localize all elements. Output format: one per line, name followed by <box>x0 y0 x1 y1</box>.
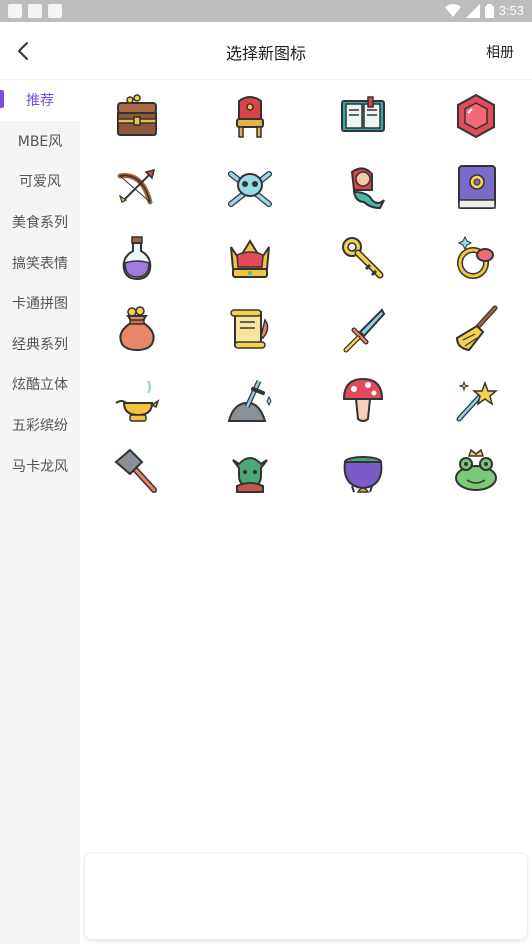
treasure-chest-icon <box>116 93 157 136</box>
icon-option[interactable] <box>193 80 306 151</box>
icon-option[interactable] <box>306 222 419 293</box>
goblin-icon <box>231 456 268 493</box>
sidebar-item-cartoon[interactable]: 卡通拼图 <box>0 283 80 324</box>
icon-option[interactable] <box>193 151 306 222</box>
icon-option[interactable] <box>419 364 532 435</box>
battery-icon <box>484 3 494 18</box>
icon-option[interactable] <box>306 293 419 364</box>
icon-option[interactable] <box>80 80 193 151</box>
icon-option[interactable] <box>80 293 193 364</box>
icon-option[interactable] <box>306 364 419 435</box>
magic-book-icon <box>457 164 496 209</box>
sidebar-item-3d[interactable]: 炫酷立体 <box>0 364 80 405</box>
icon-option[interactable] <box>80 435 193 506</box>
page-title: 选择新图标 <box>225 44 306 63</box>
icon-option[interactable] <box>80 364 193 435</box>
magic-wand-icon <box>456 379 498 421</box>
sidebar-item-funny[interactable]: 搞笑表情 <box>0 242 80 283</box>
magic-lamp-icon <box>114 379 159 422</box>
icon-option[interactable] <box>193 435 306 506</box>
gold-bag-icon <box>118 305 155 351</box>
mushroom-icon <box>342 377 383 422</box>
icon-option[interactable] <box>419 80 532 151</box>
sidebar-item-colorful[interactable]: 五彩缤纷 <box>0 405 80 446</box>
notification-icon <box>48 4 62 18</box>
sword-icon <box>343 307 385 352</box>
icon-option[interactable] <box>419 293 532 364</box>
skull-crossbones-icon <box>227 170 272 207</box>
sidebar-item-macaron[interactable]: 马卡龙风 <box>0 445 80 486</box>
icon-option[interactable] <box>419 151 532 222</box>
frog-prince-icon <box>454 448 497 491</box>
icon-option[interactable] <box>306 435 419 506</box>
sword-in-stone-icon <box>227 379 272 422</box>
icon-option[interactable] <box>80 151 193 222</box>
sidebar-item-cute[interactable]: 可爱风 <box>0 161 80 202</box>
sidebar-item-classic[interactable]: 经典系列 <box>0 324 80 365</box>
category-sidebar: 推荐 MBE风 可爱风 美食系列 搞笑表情 卡通拼图 经典系列 炫酷立体 五彩缤… <box>0 80 80 944</box>
gem-icon <box>456 93 495 138</box>
icon-option[interactable] <box>419 222 532 293</box>
notification-icon <box>28 4 42 18</box>
mermaid-icon <box>350 167 385 209</box>
bow-arrow-icon <box>117 168 155 204</box>
icon-option[interactable] <box>193 222 306 293</box>
throne-icon <box>235 95 264 138</box>
icon-option[interactable] <box>306 80 419 151</box>
war-hammer-icon <box>113 448 157 493</box>
signal-icon <box>465 3 480 18</box>
sidebar-item-recommend[interactable]: 推荐 <box>0 80 80 121</box>
icon-option[interactable] <box>419 435 532 506</box>
title-bar: 选择新图标 相册 <box>0 22 532 80</box>
icon-option[interactable] <box>193 364 306 435</box>
ring-icon <box>456 235 494 279</box>
spell-book-icon <box>340 95 385 132</box>
key-icon <box>341 236 383 278</box>
sidebar-item-food[interactable]: 美食系列 <box>0 202 80 243</box>
icon-option[interactable] <box>193 293 306 364</box>
wifi-icon <box>444 3 461 17</box>
bottom-panel <box>84 852 528 940</box>
status-time: 3:53 <box>498 3 524 18</box>
cauldron-icon <box>343 455 382 493</box>
notification-icon <box>8 4 22 18</box>
broom-icon <box>455 305 497 351</box>
icon-grid <box>80 80 532 506</box>
icon-option[interactable] <box>306 151 419 222</box>
crown-icon <box>229 238 270 278</box>
potion-icon <box>122 235 151 280</box>
status-bar: 3:53 <box>0 0 532 22</box>
sidebar-item-mbe[interactable]: MBE风 <box>0 121 80 162</box>
scroll-icon <box>229 308 268 349</box>
icon-option[interactable] <box>80 222 193 293</box>
album-button[interactable]: 相册 <box>486 42 514 62</box>
